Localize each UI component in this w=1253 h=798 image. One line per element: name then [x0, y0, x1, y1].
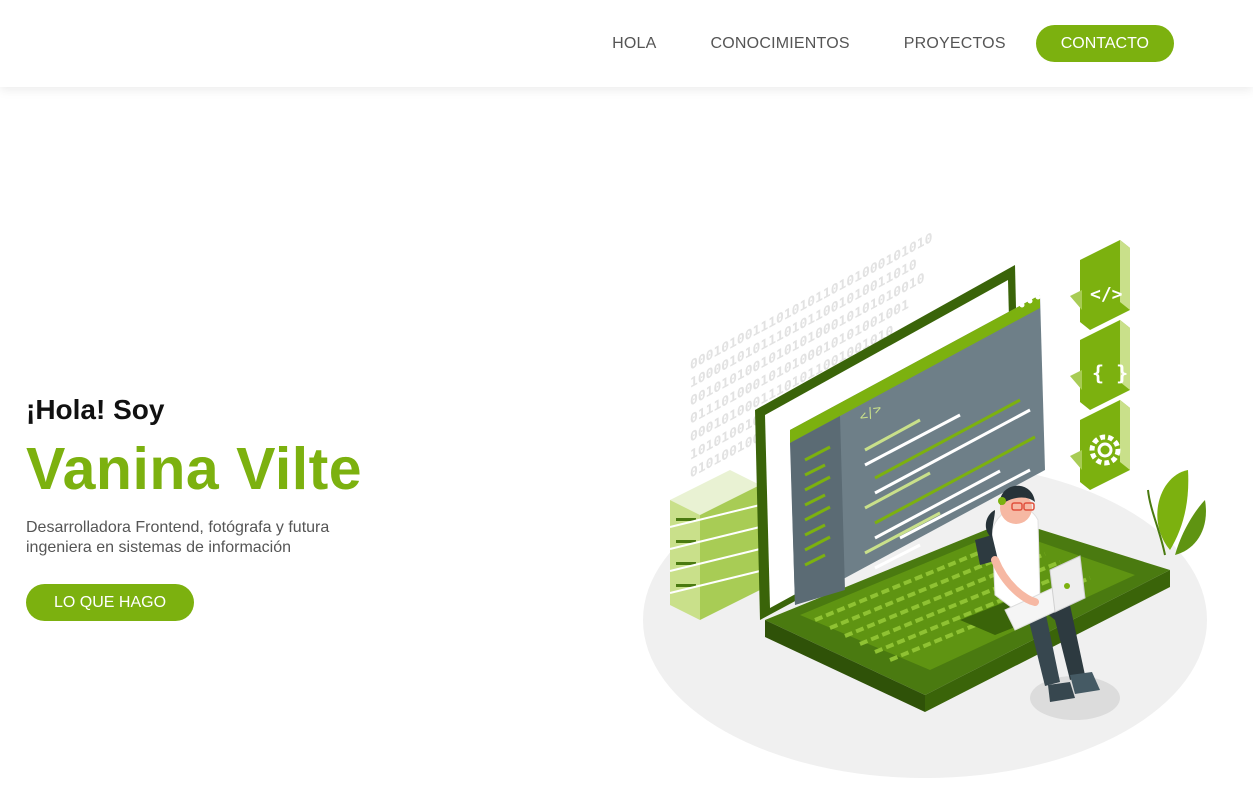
hero-description: Desarrolladora Frontend, fotógrafa y fut…	[26, 519, 330, 556]
floating-icons: </> { }	[1070, 240, 1130, 490]
developer-illustration: 0001010011101010110101000101010 10000101…	[630, 220, 1230, 790]
code-icon-label: </>	[1090, 284, 1123, 305]
page: HOLA CONOCIMIENTOS PROYECTOS CONTACTO ¡H…	[0, 0, 1253, 798]
contact-button[interactable]: CONTACTO	[1035, 25, 1174, 62]
braces-icon: { }	[1070, 320, 1130, 410]
main-nav: HOLA CONOCIMIENTOS PROYECTOS CONTACTO	[612, 25, 1174, 62]
hero-name: Vanina Vilte	[26, 436, 363, 502]
nav-link-hola[interactable]: HOLA	[612, 35, 656, 53]
top-navbar: HOLA CONOCIMIENTOS PROYECTOS CONTACTO	[0, 0, 1253, 87]
what-i-do-button[interactable]: LO QUE HAGO	[26, 584, 194, 621]
nav-link-proyectos[interactable]: PROYECTOS	[904, 35, 1006, 53]
braces-icon-label: { }	[1092, 361, 1128, 385]
hero-greeting: ¡Hola! Soy	[26, 394, 165, 425]
illustration-svg: 0001010011101010110101000101010 10000101…	[643, 230, 1207, 778]
code-icon: </>	[1070, 240, 1130, 330]
nav-link-conocimientos[interactable]: CONOCIMIENTOS	[711, 35, 850, 53]
hero-section: ¡Hola! Soy Vanina Vilte Desarrolladora F…	[26, 390, 466, 574]
gear-icon	[1070, 400, 1130, 490]
